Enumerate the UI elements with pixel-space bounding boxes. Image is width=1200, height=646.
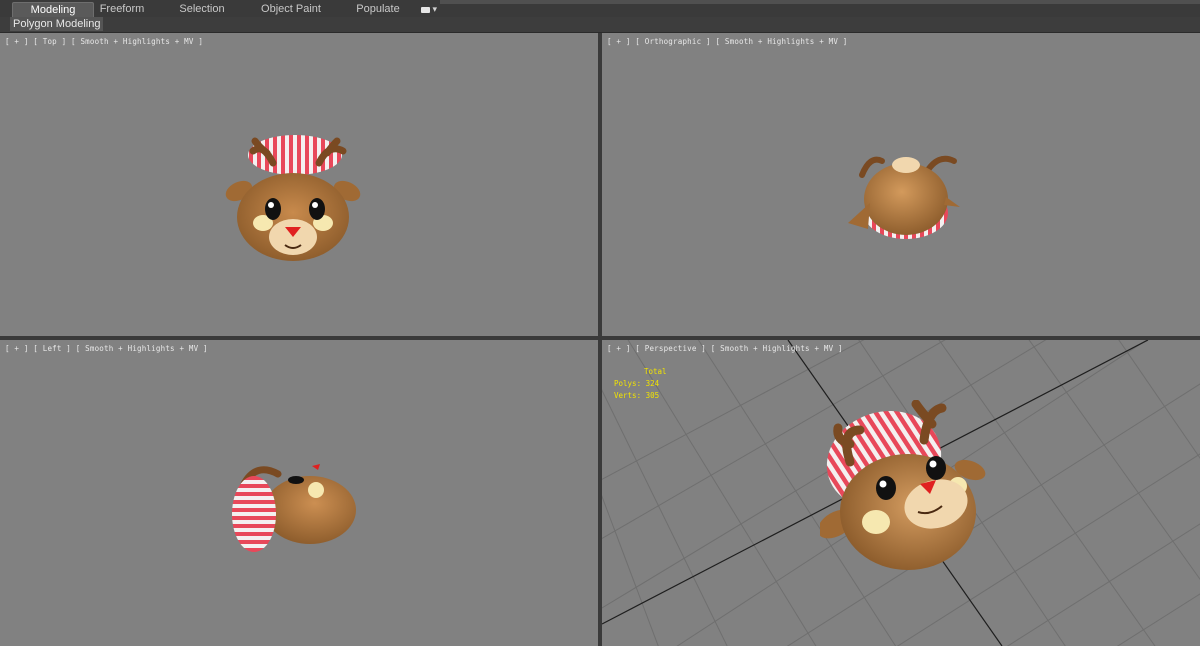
camera-dropdown-icon[interactable]: ▾ — [421, 4, 439, 14]
viewport-left[interactable]: [ + ] [ Left ] [ Smooth + Highlights + M… — [0, 340, 598, 646]
ribbon-tab-bar: Modeling Freeform Selection Object Paint… — [0, 0, 1200, 18]
horizontal-splitter[interactable] — [0, 336, 1200, 340]
stats-polys: Polys: 324 — [614, 379, 660, 388]
tab-modeling[interactable]: Modeling — [12, 2, 94, 18]
viewport-label-orthographic[interactable]: [ + ] [ Orthographic ] [ Smooth + Highli… — [607, 37, 847, 46]
viewport-orthographic[interactable]: [ + ] [ Orthographic ] [ Smooth + Highli… — [602, 33, 1200, 336]
statistics-overlay: Total Polys: 324 Verts: 305 — [614, 366, 667, 402]
viewport-perspective[interactable]: [ + ] [ Perspective ] [ Smooth + Highlig… — [602, 340, 1200, 646]
stats-total-label: Total — [644, 367, 667, 376]
tab-populate[interactable]: Populate — [352, 2, 404, 17]
reindeer-model-side[interactable] — [228, 460, 358, 556]
viewport-label-perspective[interactable]: [ + ] [ Perspective ] [ Smooth + Highlig… — [607, 344, 843, 353]
viewport-top[interactable]: [ + ] [ Top ] [ Smooth + Highlights + MV… — [0, 33, 598, 336]
ribbon-divider — [440, 0, 1200, 4]
reindeer-model-front[interactable] — [225, 133, 361, 263]
tab-object-paint[interactable]: Object Paint — [258, 2, 324, 17]
tab-selection[interactable]: Selection — [172, 2, 232, 17]
panel-title-polygon-modeling[interactable]: Polygon Modeling — [10, 17, 104, 31]
viewport-label-top[interactable]: [ + ] [ Top ] [ Smooth + Highlights + MV… — [5, 37, 203, 46]
reindeer-model-perspective[interactable] — [820, 400, 988, 576]
ribbon-panel: Polygon Modeling — [0, 17, 1200, 33]
reindeer-model-orthographic[interactable] — [840, 151, 964, 245]
tab-freeform[interactable]: Freeform — [94, 2, 150, 17]
viewport-label-left[interactable]: [ + ] [ Left ] [ Smooth + Highlights + M… — [5, 344, 208, 353]
stats-verts: Verts: 305 — [614, 391, 660, 400]
